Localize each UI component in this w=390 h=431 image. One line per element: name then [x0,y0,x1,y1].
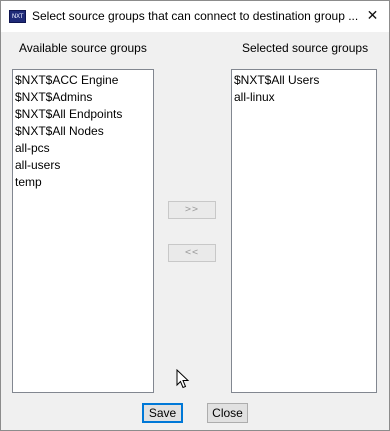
list-item[interactable]: $NXT$All Endpoints [14,106,153,123]
list-item[interactable]: $NXT$All Nodes [14,123,153,140]
title-bar[interactable]: NXT Select source groups that can connec… [1,1,389,33]
save-button[interactable]: Save [142,403,183,423]
dialog-window: NXT Select source groups that can connec… [0,0,390,431]
list-item[interactable]: all-users [14,157,153,174]
add-to-selected-button[interactable]: >> [168,201,216,219]
window-title: Select source groups that can connect to… [32,9,359,23]
list-item[interactable]: temp [14,174,153,191]
app-icon: NXT [9,10,26,23]
close-button[interactable]: Close [207,403,248,423]
close-icon[interactable]: ✕ [356,1,389,32]
list-item[interactable]: all-pcs [14,140,153,157]
list-item[interactable]: $NXT$ACC Engine [14,72,153,89]
available-groups-list[interactable]: $NXT$ACC Engine $NXT$Admins $NXT$All End… [12,69,154,393]
available-groups-heading: Available source groups [19,41,147,55]
remove-from-selected-button[interactable]: << [168,244,216,262]
list-item[interactable]: all-linux [233,89,376,106]
mouse-pointer-icon [176,369,190,389]
selected-groups-heading: Selected source groups [242,41,369,55]
list-item[interactable]: $NXT$Admins [14,89,153,106]
selected-groups-list[interactable]: $NXT$All Users all-linux [231,69,377,393]
list-item[interactable]: $NXT$All Users [233,72,376,89]
